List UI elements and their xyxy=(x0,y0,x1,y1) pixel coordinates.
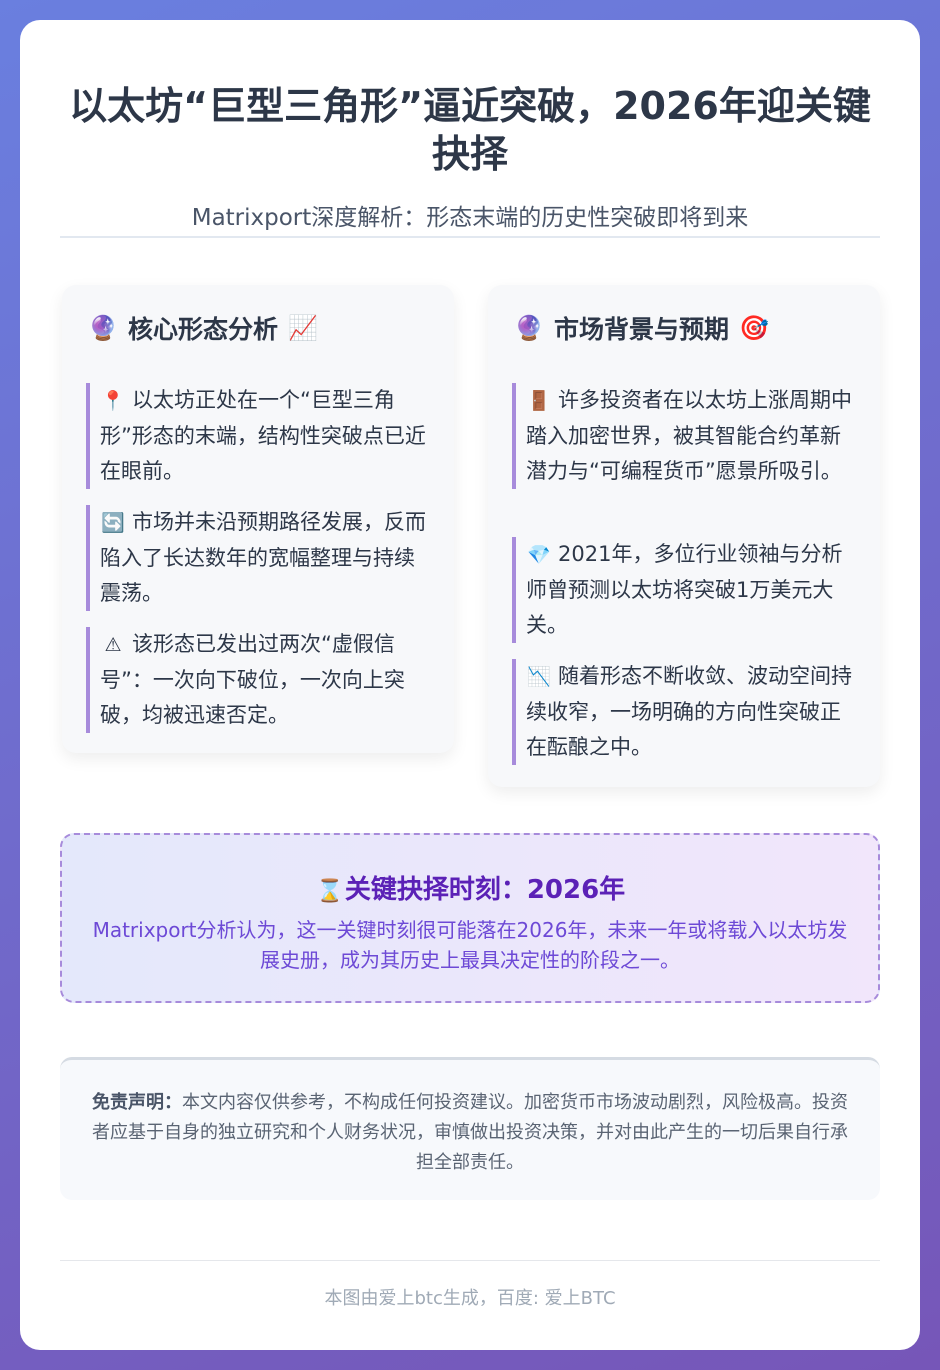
core-pattern-heading: 🔮 核心形态分析 📈 xyxy=(88,311,318,345)
list-item-text: 2021年，多位行业领袖与分析师曾预测以太坊将突破1万美元大关。 xyxy=(526,542,843,637)
hourglass-icon: ⌛ xyxy=(316,879,344,904)
header-divider xyxy=(60,236,880,238)
list-item: 💎 2021年，多位行业领袖与分析师曾预测以太坊将突破1万美元大关。 xyxy=(512,537,852,643)
counterclockwise-arrows-icon: 🔄 xyxy=(101,512,125,534)
footer-divider xyxy=(60,1260,880,1261)
list-item: 📍 以太坊正处在一个“巨型三角形”形态的末端，结构性突破点已近在眼前。 xyxy=(86,383,426,489)
list-item-text: 随着形态不断收敛、波动空间持续收窄，一场明确的方向性突破正在酝酿之中。 xyxy=(526,664,852,759)
crystal-ball-icon: 🔮 xyxy=(514,314,544,342)
chart-increasing-icon: 📈 xyxy=(288,314,318,342)
list-item-text: 该形态已发出过两次“虚假信号”：一次向下破位，一次向上突破，均被迅速否定。 xyxy=(100,632,405,727)
list-item: 📉 随着形态不断收敛、波动空间持续收窄，一场明确的方向性突破正在酝酿之中。 xyxy=(512,659,852,765)
list-item: ⚠ 该形态已发出过两次“虚假信号”：一次向下破位，一次向上突破，均被迅速否定。 xyxy=(86,627,426,733)
crystal-ball-icon: 🔮 xyxy=(88,314,118,342)
gem-stone-icon: 💎 xyxy=(527,544,551,566)
core-pattern-title: 核心形态分析 xyxy=(128,315,279,344)
list-item-text: 市场并未沿预期路径发展，反而陷入了长达数年的宽幅整理与持续震荡。 xyxy=(100,510,426,605)
key-moment-callout: ⌛关键抉择时刻：2026年 Matrixport分析认为，这一关键时刻很可能落在… xyxy=(60,833,880,1003)
disclaimer-text: 免责声明：本文内容仅供参考，不构成任何投资建议。加密货币市场波动剧烈，风险极高。… xyxy=(88,1088,852,1178)
list-item: 🚪 许多投资者在以太坊上涨周期中踏入加密世界，被其智能合约革新潜力与“可编程货币”… xyxy=(512,383,852,489)
infographic-card: 以太坊“巨型三角形”逼近突破，2026年迎关键抉择 Matrixport深度解析… xyxy=(20,20,920,1350)
warning-icon: ⚠ xyxy=(104,634,122,656)
key-moment-text: Matrixport分析认为，这一关键时刻很可能落在2026年，未来一年或将载入… xyxy=(92,918,848,972)
disclaimer-box: 免责声明：本文内容仅供参考，不构成任何投资建议。加密货币市场波动剧烈，风险极高。… xyxy=(60,1057,880,1200)
direct-hit-icon: 🎯 xyxy=(739,314,769,342)
list-item-text: 以太坊正处在一个“巨型三角形”形态的末端，结构性突破点已近在眼前。 xyxy=(100,388,426,483)
list-item-text: 许多投资者在以太坊上涨周期中踏入加密世界，被其智能合约革新潜力与“可编程货币”愿… xyxy=(526,388,852,483)
page-title: 以太坊“巨型三角形”逼近突破，2026年迎关键抉择 xyxy=(69,84,871,176)
chart-decreasing-icon: 📉 xyxy=(527,666,551,688)
market-context-heading: 🔮 市场背景与预期 🎯 xyxy=(514,311,769,345)
key-moment-title: 关键抉择时刻：2026年 xyxy=(344,875,626,905)
list-item: 🔄 市场并未沿预期路径发展，反而陷入了长达数年的宽幅整理与持续震荡。 xyxy=(86,505,426,611)
core-pattern-panel: 🔮 核心形态分析 📈 📍 以太坊正处在一个“巨型三角形”形态的末端，结构性突破点已… xyxy=(62,285,454,753)
market-context-title: 市场背景与预期 xyxy=(554,315,730,344)
door-icon: 🚪 xyxy=(527,390,551,412)
market-context-panel: 🔮 市场背景与预期 🎯 🚪 许多投资者在以太坊上涨周期中踏入加密世界，被其智能合约… xyxy=(488,285,880,787)
key-moment-heading: ⌛关键抉择时刻：2026年 xyxy=(62,869,878,906)
footer-credit: 本图由爱上btc生成，百度: 爱上BTC xyxy=(324,1288,616,1309)
page-subtitle: Matrixport深度解析：形态末端的历史性突破即将到来 xyxy=(191,205,749,231)
disclaimer-label: 免责声明： xyxy=(92,1092,182,1113)
round-pushpin-icon: 📍 xyxy=(101,390,125,412)
disclaimer-body: 本文内容仅供参考，不构成任何投资建议。加密货币市场波动剧烈，风险极高。投资者应基… xyxy=(92,1092,848,1173)
